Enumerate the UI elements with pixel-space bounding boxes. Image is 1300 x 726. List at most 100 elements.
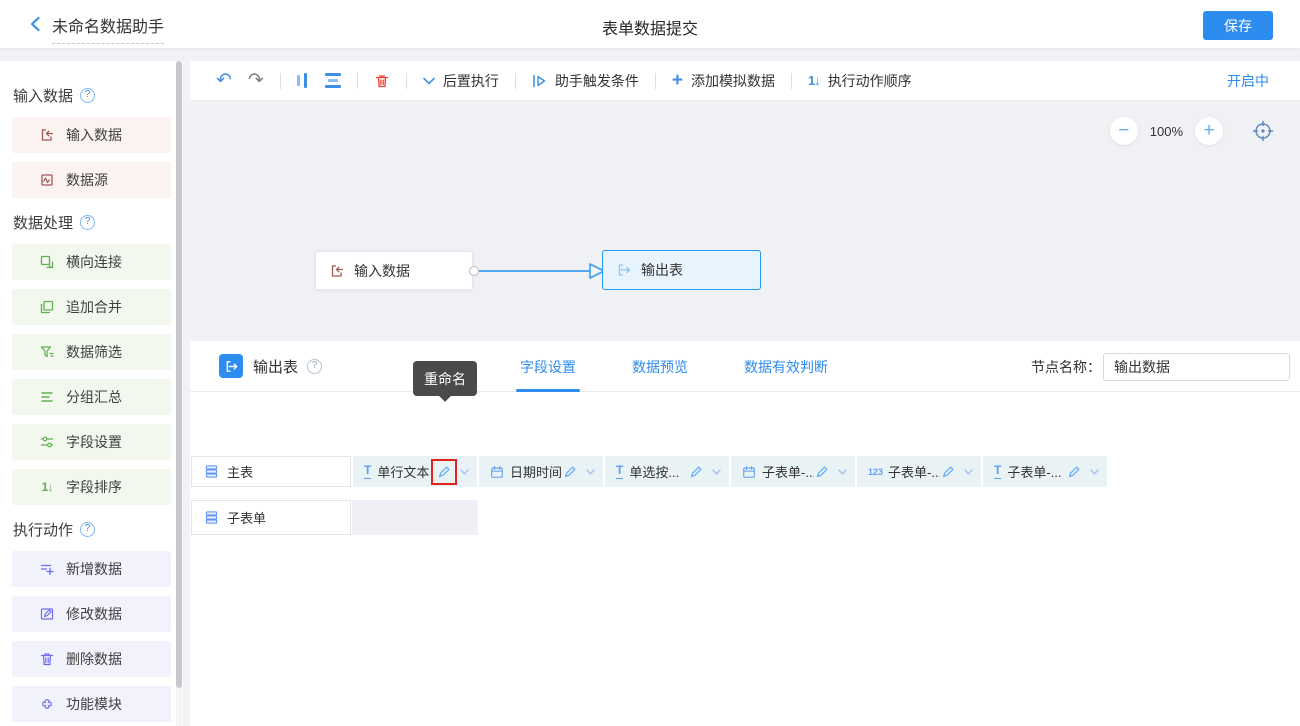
field-cell[interactable]: 日期时间 <box>479 456 603 487</box>
chevron-down-icon[interactable] <box>838 469 847 475</box>
status-enabled[interactable]: 开启中 <box>1227 71 1269 91</box>
panel-tabs: 字段设置 数据预览 数据有效判断 <box>520 341 828 392</box>
field-cell[interactable]: T 单选按... <box>605 456 729 487</box>
sidebar-item-field-settings[interactable]: 字段设置 <box>12 424 171 460</box>
rename-pencil-icon[interactable] <box>688 464 704 480</box>
node-input-data[interactable]: 输入数据 <box>315 251 473 290</box>
sidebar-item-data-filter[interactable]: 数据筛选 <box>12 334 171 370</box>
row-name-cell[interactable]: 子表单 <box>191 500 351 535</box>
add-data-icon <box>39 561 55 577</box>
help-icon[interactable]: ? <box>80 88 95 103</box>
workflow-canvas[interactable]: − 100% + 输入数据 输出表 <box>190 102 1300 341</box>
row-name: 主表 <box>227 462 253 481</box>
sidebar-item-input-data[interactable]: 输入数据 <box>12 117 171 153</box>
rename-pencil-icon[interactable] <box>940 464 956 480</box>
chevron-down-icon[interactable] <box>460 469 469 475</box>
undo-icon[interactable]: ↶ <box>216 71 232 90</box>
trash-icon[interactable] <box>374 73 390 89</box>
text-type-icon: T <box>994 464 1001 478</box>
node-output-table[interactable]: 输出表 <box>602 250 761 290</box>
field-cell[interactable]: T 子表单-... <box>983 456 1107 487</box>
align-vertical-icon[interactable] <box>297 73 307 89</box>
action-order-button[interactable]: 1↓ 执行动作顺序 <box>808 71 912 91</box>
trigger-icon <box>532 74 547 88</box>
section-actions: 执行动作 ? <box>13 519 171 539</box>
divider <box>406 73 407 89</box>
section-title: 输入数据 <box>13 85 73 106</box>
tab-data-validity[interactable]: 数据有效判断 <box>744 341 828 392</box>
append-merge-icon <box>39 299 55 315</box>
order-icon: 1↓ <box>808 73 820 88</box>
tab-data-preview[interactable]: 数据预览 <box>632 341 688 392</box>
field-cell[interactable]: T 单行文本 <box>353 456 477 487</box>
node-label: 输出表 <box>641 260 683 280</box>
assistant-title[interactable]: 未命名数据助手 <box>52 13 164 44</box>
node-name-input[interactable] <box>1103 353 1290 381</box>
field-cell[interactable]: 123 子表单-... <box>857 456 981 487</box>
filter-icon <box>39 344 55 360</box>
tab-field-settings[interactable]: 字段设置 <box>520 341 576 392</box>
field-cell[interactable]: 子表单-... <box>731 456 855 487</box>
section-input-data: 输入数据 ? <box>13 85 171 105</box>
align-horizontal-icon[interactable] <box>325 73 341 88</box>
back-icon[interactable] <box>27 15 45 33</box>
post-execute-button[interactable]: 后置执行 <box>423 71 499 91</box>
row-name: 子表单 <box>227 508 266 527</box>
table-icon <box>204 464 219 479</box>
rename-pencil-icon[interactable] <box>814 464 830 480</box>
field-label: 子表单-... <box>762 462 814 481</box>
help-icon[interactable]: ? <box>307 359 322 374</box>
divider <box>791 73 792 89</box>
sidebar-item-delete-data[interactable]: 删除数据 <box>12 641 171 677</box>
add-mock-data-button[interactable]: + 添加模拟数据 <box>672 71 775 91</box>
delete-data-icon <box>39 651 55 667</box>
sidebar-item-add-data[interactable]: 新增数据 <box>12 551 171 587</box>
empty-field-cell[interactable] <box>352 500 478 535</box>
chevron-down-icon[interactable] <box>964 469 973 475</box>
sidebar-item-module[interactable]: 功能模块 <box>12 686 171 722</box>
save-button[interactable]: 保存 <box>1203 11 1273 40</box>
export-icon <box>616 262 632 278</box>
node-label: 输入数据 <box>354 261 410 281</box>
zoom-in-button[interactable]: + <box>1195 117 1223 145</box>
chevron-down-icon <box>423 77 435 85</box>
page-title: 表单数据提交 <box>602 15 698 39</box>
rename-pencil-icon[interactable] <box>1066 464 1082 480</box>
chevron-down-icon[interactable] <box>712 469 721 475</box>
item-label: 数据源 <box>66 170 108 190</box>
panel-title: 输出表 <box>253 356 298 377</box>
sidebar-item-edit-data[interactable]: 修改数据 <box>12 596 171 632</box>
field-label: 单选按... <box>629 462 679 481</box>
section-title: 执行动作 <box>13 519 73 540</box>
trigger-condition-label: 助手触发条件 <box>555 71 639 91</box>
sidebar-item-field-sort[interactable]: 1↓ 字段排序 <box>12 469 171 505</box>
item-label: 分组汇总 <box>66 387 122 407</box>
help-icon[interactable]: ? <box>80 215 95 230</box>
item-label: 数据筛选 <box>66 342 122 362</box>
trigger-condition-button[interactable]: 助手触发条件 <box>532 71 639 91</box>
sidebar-item-horizontal-join[interactable]: 横向连接 <box>12 244 171 280</box>
help-icon[interactable]: ? <box>80 522 95 537</box>
row-name-cell[interactable]: 主表 <box>191 456 351 487</box>
table-row-sub: 子表单 <box>191 500 478 535</box>
connection-edge <box>468 260 608 282</box>
sidebar-item-group-summary[interactable]: 分组汇总 <box>12 379 171 415</box>
redo-icon[interactable]: ↷ <box>248 71 264 90</box>
rename-pencil-icon[interactable] <box>436 464 452 480</box>
zoom-out-button[interactable]: − <box>1110 117 1138 145</box>
plus-icon: + <box>672 71 683 90</box>
chevron-down-icon[interactable] <box>586 469 595 475</box>
chevron-down-icon[interactable] <box>1090 469 1099 475</box>
item-label: 修改数据 <box>66 604 122 624</box>
section-data-process: 数据处理 ? <box>13 212 171 232</box>
sidebar-item-datasource[interactable]: 数据源 <box>12 162 171 198</box>
center-target-icon[interactable] <box>1252 120 1274 142</box>
sidebar-scrollbar[interactable] <box>176 61 182 726</box>
scrollbar-thumb[interactable] <box>176 61 182 688</box>
text-type-icon: T <box>616 464 623 478</box>
sidebar-item-append-merge[interactable]: 追加合并 <box>12 289 171 325</box>
zoom-level: 100% <box>1150 124 1183 139</box>
rename-pencil-icon[interactable] <box>562 464 578 480</box>
item-label: 输入数据 <box>66 125 122 145</box>
tooltip-text: 重命名 <box>424 369 466 389</box>
